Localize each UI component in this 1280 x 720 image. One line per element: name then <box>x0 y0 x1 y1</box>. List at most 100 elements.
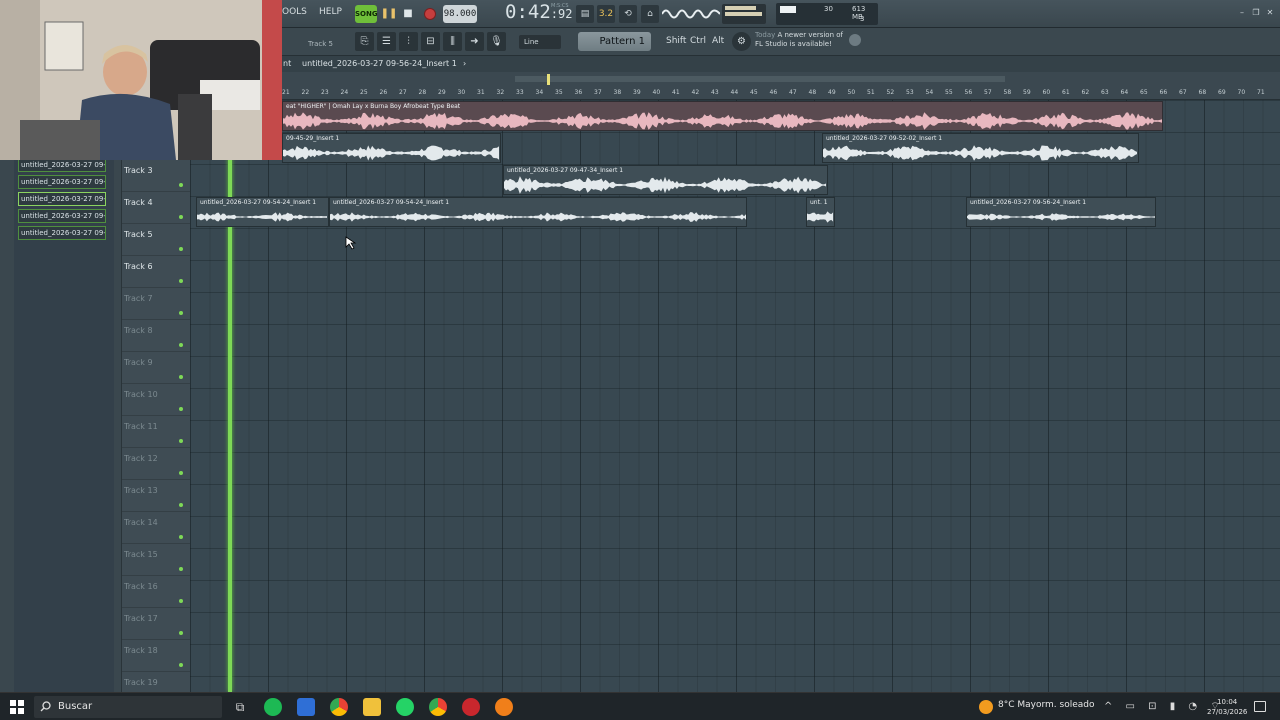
menu-tools[interactable]: OOLS <box>282 7 307 17</box>
waveform <box>823 145 1138 161</box>
task-view-icon[interactable]: ⧉ <box>231 698 249 716</box>
typing-keyboard-icon[interactable]: ▤ <box>576 5 594 23</box>
alt-key[interactable]: Alt <box>712 36 724 46</box>
track-mute-led[interactable] <box>179 311 183 315</box>
windows-start-icon[interactable] <box>10 700 24 714</box>
track-mute-led[interactable] <box>179 407 183 411</box>
clip-list-item[interactable]: untitled_2026-03-27 09- <box>18 226 106 240</box>
track-mute-led[interactable] <box>179 343 183 347</box>
track-header[interactable]: Track 12 <box>122 448 190 480</box>
track-mute-led[interactable] <box>179 599 183 603</box>
track-mute-led[interactable] <box>179 535 183 539</box>
file-explorer-icon[interactable] <box>363 698 381 716</box>
system-clock[interactable]: 10:04 27/03/2026 <box>1207 697 1247 717</box>
audio-clip-track2-b[interactable]: untitled_2026-03-27 09-52-02_Insert 1 <box>822 133 1139 163</box>
menu-help[interactable]: HELP <box>319 7 342 17</box>
track-header[interactable]: Track 6 <box>122 256 190 288</box>
track-header[interactable]: Track 11 <box>122 416 190 448</box>
cpu-value: 30 <box>824 5 833 13</box>
audio-clip-track2-a[interactable]: 09-45-29_Insert 1 <box>282 133 501 163</box>
chrome-icon[interactable] <box>330 698 348 716</box>
horizontal-scrollbar[interactable] <box>515 76 1005 82</box>
breadcrumb[interactable]: untitled_2026-03-27 09-56-24_Insert 1 <box>302 56 457 72</box>
track-header[interactable]: Track 13 <box>122 480 190 512</box>
track-header[interactable]: Track 7 <box>122 288 190 320</box>
arrow-right-icon[interactable]: ➜ <box>465 32 484 51</box>
track-header[interactable]: Track 4 <box>122 192 190 224</box>
channel-rack-icon[interactable]: ⫶ <box>399 32 418 51</box>
store-icon[interactable] <box>297 698 315 716</box>
song-mode-button[interactable]: SONG <box>355 5 378 23</box>
playhead[interactable] <box>228 100 232 692</box>
ruler-bar-number: 21 <box>282 89 290 96</box>
shift-key[interactable]: Shift <box>666 36 686 46</box>
taskbar-search-input[interactable]: Buscar <box>34 696 222 718</box>
notification-icon[interactable] <box>1254 701 1266 712</box>
track-name: Track 10 <box>124 390 158 399</box>
track-header[interactable]: Track 8 <box>122 320 190 352</box>
clip-list-item[interactable]: untitled_2026-03-27 09- <box>18 209 106 223</box>
track-header[interactable]: Track 9 <box>122 352 190 384</box>
news-panel[interactable]: Today A newer version of FL Studio is av… <box>755 31 843 49</box>
track-header[interactable]: Track 15 <box>122 544 190 576</box>
fl-studio-icon[interactable] <box>495 698 513 716</box>
track-header[interactable]: Track 3 <box>122 160 190 192</box>
track-mute-led[interactable] <box>179 471 183 475</box>
close-icon[interactable]: ✕ <box>1264 8 1276 18</box>
restore-icon[interactable]: ❐ <box>1250 8 1262 18</box>
step-edit-icon[interactable]: 3.2 <box>597 5 615 23</box>
audio-clip-track4-b[interactable]: untitled_2026-03-27 09-54-24_Insert 1 <box>329 197 747 227</box>
clip-list-item[interactable]: untitled_2026-03-27 09- <box>18 175 106 189</box>
track-mute-led[interactable] <box>179 375 183 379</box>
ctrl-key[interactable]: Ctrl <box>690 36 706 46</box>
pause-icon[interactable]: ❚❚ <box>380 5 398 23</box>
track-mute-led[interactable] <box>179 631 183 635</box>
spotify-icon[interactable] <box>264 698 282 716</box>
track-mute-led[interactable] <box>179 663 183 667</box>
globe-icon[interactable] <box>849 34 861 46</box>
track-mute-led[interactable] <box>179 183 183 187</box>
audio-clip-track3[interactable]: untitled_2026-03-27 09-47-34_Insert 1 <box>503 165 828 195</box>
paste-icon[interactable]: ⎘ <box>355 32 374 51</box>
clip-label: untitled_2026-03-27 09-56-24_Insert 1 <box>970 199 1087 206</box>
piano-roll-icon[interactable]: ⊟ <box>421 32 440 51</box>
news-icon[interactable]: ⚙ <box>732 32 751 51</box>
audio-clip-track4-c[interactable]: unt. 1 <box>806 197 835 227</box>
track-name: Track 7 <box>124 294 153 303</box>
microphone-icon[interactable]: 🎙 <box>487 32 506 51</box>
track-mute-led[interactable] <box>179 279 183 283</box>
pattern-select[interactable]: Pattern 1 <box>578 32 651 51</box>
track-header[interactable]: Track 14 <box>122 512 190 544</box>
weather-icon[interactable] <box>979 700 993 714</box>
track-header[interactable]: Track 5 <box>122 224 190 256</box>
track-header[interactable]: Track 18 <box>122 640 190 672</box>
snap-select[interactable]: Line <box>519 35 561 49</box>
clip-list-item[interactable]: untitled_2026-03-27 09- <box>18 158 106 172</box>
clip-list-item[interactable]: untitled_2026-03-27 09- <box>18 192 106 206</box>
track-header[interactable]: Track 10 <box>122 384 190 416</box>
track-header[interactable]: Track 17 <box>122 608 190 640</box>
audio-clip-beat[interactable]: eat "HIGHER" | Omah Lay x Burna Boy Afro… <box>282 101 1163 131</box>
tempo-display[interactable]: 98.000 <box>443 5 477 23</box>
mixer-icon[interactable]: ⫼ <box>443 32 462 51</box>
minimize-icon[interactable]: – <box>1236 8 1248 18</box>
song-position-marker[interactable] <box>547 74 550 85</box>
track-header[interactable]: Track 16 <box>122 576 190 608</box>
track-mute-led[interactable] <box>179 247 183 251</box>
audio-clip-track4-a[interactable]: untitled_2026-03-27 09-54-24_Insert 1 <box>196 197 329 227</box>
stop-icon[interactable]: ■ <box>399 5 417 23</box>
weather-text[interactable]: 8°C Mayorm. soleado <box>998 700 1094 710</box>
track-mute-led[interactable] <box>179 439 183 443</box>
track-mute-led[interactable] <box>179 215 183 219</box>
audio-clip-track4-d[interactable]: untitled_2026-03-27 09-56-24_Insert 1 <box>966 197 1156 227</box>
app-red-icon[interactable] <box>462 698 480 716</box>
loop-record-icon[interactable]: ⟲ <box>619 5 637 23</box>
track-mute-led[interactable] <box>179 503 183 507</box>
playlist-icon[interactable]: ☰ <box>377 32 396 51</box>
record-icon[interactable] <box>424 8 436 20</box>
timeline-ruler[interactable]: 21 22 23 24 25 26 27 28 29 30 31 32 33 34 35 36 37 38 39 40… <box>190 72 1280 100</box>
metronome-icon[interactable]: ⌂ <box>641 5 659 23</box>
whatsapp-icon[interactable] <box>396 698 414 716</box>
chrome-profile-icon[interactable] <box>429 698 447 716</box>
track-mute-led[interactable] <box>179 567 183 571</box>
